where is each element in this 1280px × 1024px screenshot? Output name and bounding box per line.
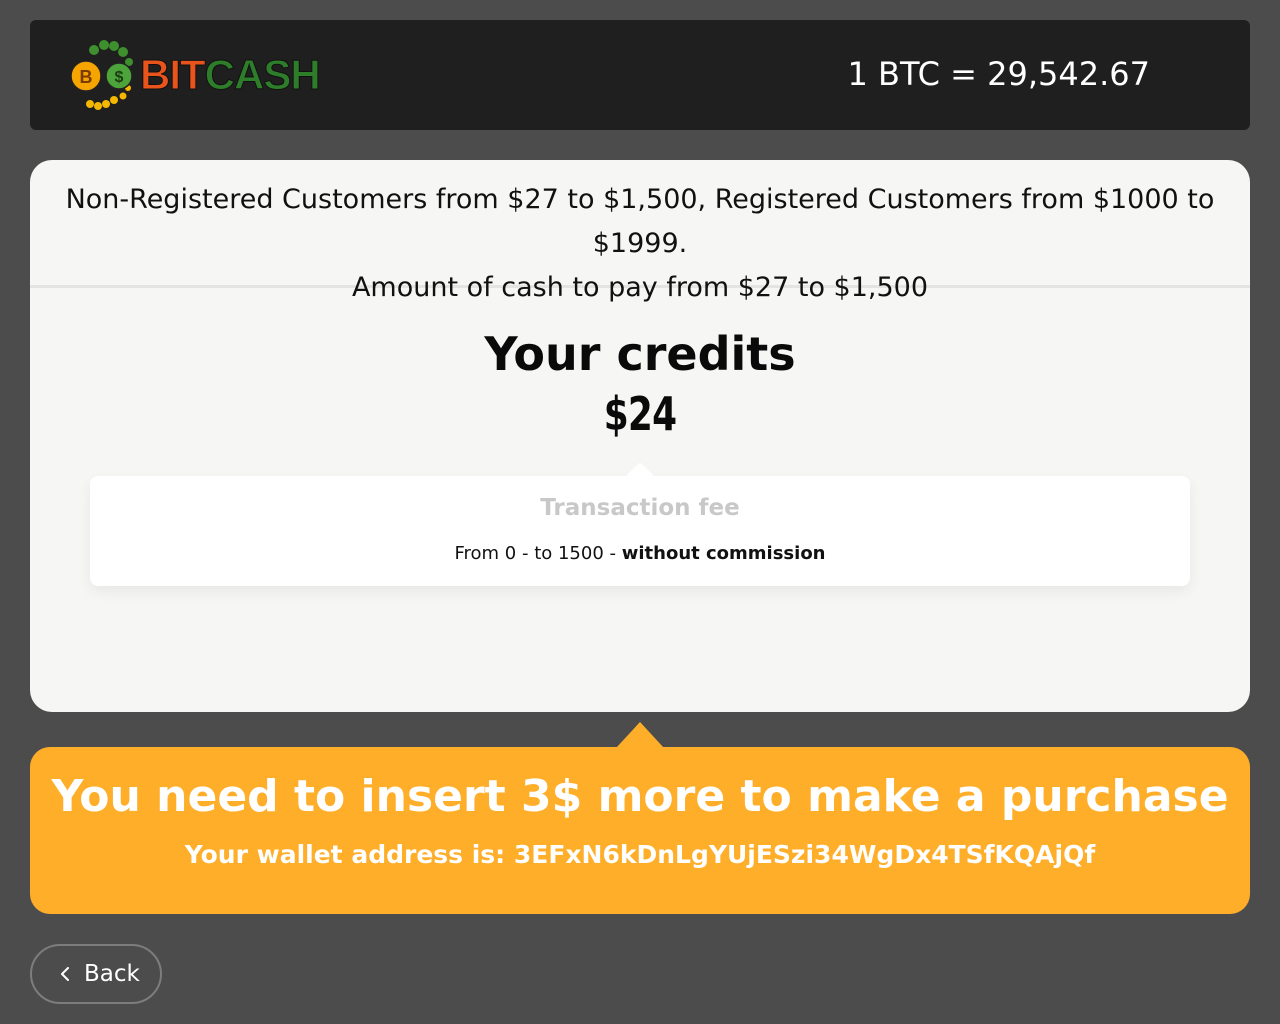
credits-card: Non-Registered Customers from $27 to $1,… <box>30 160 1250 712</box>
transaction-fee-line: From 0 - to 1500 - without commission <box>90 542 1190 566</box>
credits-value: $24 <box>603 387 677 441</box>
credits-title: Your credits <box>484 327 796 381</box>
fee-commission: without commission <box>621 543 826 564</box>
insert-more-alert: You need to insert 3$ more to make a pur… <box>30 747 1250 914</box>
alert-pointer <box>616 722 664 748</box>
btc-exchange-rate: 1 BTC = 29,542.67 <box>847 55 1150 93</box>
transaction-fee-title: Transaction fee <box>540 495 740 521</box>
logo-text-bit: BIT <box>140 51 207 99</box>
wallet-address: Your wallet address is: 3EFxN6kDnLgYUjES… <box>184 840 1096 869</box>
limits-notice-line1: Non-Registered Customers from $27 to $1,… <box>65 184 1215 259</box>
svg-text:B: B <box>80 67 93 87</box>
back-button-label: Back <box>84 961 140 987</box>
limits-notice-line2: Amount of cash to pay from $27 to $1,500 <box>351 272 929 303</box>
back-button[interactable]: Back <box>30 944 162 1004</box>
svg-text:$: $ <box>115 69 124 86</box>
logo-text: BITCASH <box>140 51 322 99</box>
bitcash-logo: B $ BITCASH <box>68 40 322 110</box>
coins-logo-icon: B $ <box>70 40 133 110</box>
chevron-left-icon <box>61 967 69 981</box>
transaction-fee-box: Transaction fee From 0 - to 1500 - witho… <box>90 476 1190 586</box>
logo-text-cash: CASH <box>204 51 321 99</box>
limits-notice: Non-Registered Customers from $27 to $1,… <box>30 160 1250 303</box>
fee-range: From 0 - to 1500 - <box>454 543 622 564</box>
top-header: B $ BITCASH 1 BTC = 29,542.67 <box>30 20 1250 130</box>
insert-more-message: You need to insert 3$ more to make a pur… <box>51 771 1229 822</box>
